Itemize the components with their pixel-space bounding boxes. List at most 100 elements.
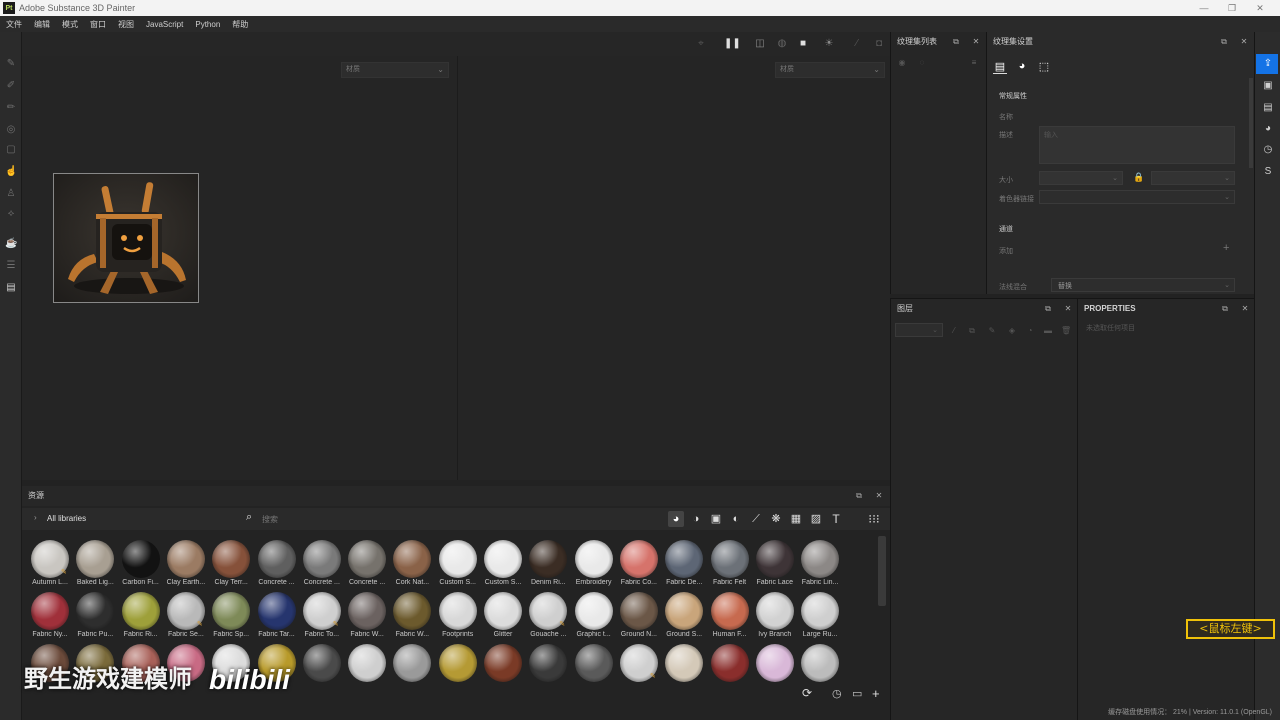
viewport-left-mode-dropdown[interactable]: 材质 ⌄	[341, 62, 449, 78]
projection-icon[interactable]: ✏	[5, 102, 17, 114]
close-panel-icon[interactable]: ✕	[1240, 304, 1250, 314]
asset-tile[interactable]	[525, 644, 571, 696]
float-panel-icon[interactable]: ⧉	[1220, 304, 1230, 314]
filter-icon[interactable]: ◐	[728, 511, 744, 527]
clock-icon[interactable]: ◷	[832, 687, 842, 700]
uv-tab-icon[interactable]: ⬚	[1037, 60, 1051, 74]
shelf-icon[interactable]: ▤	[1262, 102, 1274, 114]
float-panel-icon[interactable]: ⧉	[951, 37, 961, 47]
description-field[interactable]: 输入	[1039, 126, 1235, 164]
close-panel-icon[interactable]: ✕	[874, 491, 884, 501]
add-icon[interactable]: +	[872, 686, 880, 701]
pause-icon[interactable]: ❚❚	[724, 38, 741, 50]
picker-icon[interactable]: ♙	[5, 188, 17, 200]
add-smart-layer-icon[interactable]: ◔	[1025, 326, 1035, 336]
viewport-right-mode-dropdown[interactable]: 材质 ⌄	[775, 62, 885, 78]
asset-tile[interactable]	[752, 644, 798, 696]
split-view-icon[interactable]: ◫	[753, 38, 767, 50]
clone-icon[interactable]: ▢	[5, 144, 17, 156]
delete-layer-icon[interactable]: 🗑	[1061, 326, 1071, 336]
asset-tile[interactable]	[480, 644, 526, 696]
library-selector[interactable]: All libraries	[47, 514, 86, 523]
menu-edit[interactable]: 编辑	[28, 19, 56, 30]
asset-tile[interactable]: Fabric Co...	[616, 540, 662, 592]
texture-icon[interactable]: ▦	[788, 511, 804, 527]
asset-tile[interactable]: Glitter	[480, 592, 526, 644]
substance-icon[interactable]: S	[1262, 166, 1274, 178]
asset-tile[interactable]: Fabric Tar...	[254, 592, 300, 644]
asset-tile[interactable]	[299, 644, 345, 696]
shader-link-select[interactable]: ⌄	[1039, 190, 1235, 204]
add-folder-icon[interactable]: ▬	[1043, 326, 1053, 336]
polygon-fill-icon[interactable]: ⟡	[5, 208, 17, 220]
asset-tile[interactable]: Footprints	[435, 592, 481, 644]
pattern-icon[interactable]: ❋	[768, 511, 784, 527]
menu-help[interactable]: 帮助	[226, 19, 254, 30]
display-settings-icon[interactable]: ▣	[1262, 80, 1274, 92]
settings-tab-icon[interactable]: ▤	[993, 60, 1007, 74]
normal-blend-select[interactable]: 替换 ⌄	[1051, 278, 1235, 292]
menu-window[interactable]: 窗口	[84, 19, 112, 30]
add-mask-icon[interactable]: ⧉	[967, 326, 977, 336]
asset-tile[interactable]: Human F...	[707, 592, 753, 644]
asset-tile[interactable]: Fabric Pu...	[72, 592, 118, 644]
asset-tile[interactable]: Gouache ... ✎	[525, 592, 571, 644]
asset-tile[interactable]: Fabric Lace	[752, 540, 798, 592]
asset-tile[interactable]	[707, 644, 753, 696]
asset-tile[interactable]: Clay Earth...	[163, 540, 209, 592]
asset-tile[interactable]: Clay Terr...	[208, 540, 254, 592]
grid-view-icon[interactable]: ⁝⁝⁝	[866, 511, 882, 527]
clipboard-icon[interactable]: ☰	[5, 260, 17, 272]
asset-tile[interactable]: Ground S...	[661, 592, 707, 644]
folder-icon[interactable]: ▭	[852, 687, 862, 700]
asset-tile[interactable]: Custom S...	[435, 540, 481, 592]
close-panel-icon[interactable]: ✕	[971, 37, 981, 47]
history-icon[interactable]: ◷	[1262, 144, 1274, 156]
eraser-icon[interactable]: ✐	[5, 80, 17, 92]
asset-tile[interactable]: Carbon Fi...	[118, 540, 164, 592]
brush-icon[interactable]: ⁄	[850, 38, 864, 50]
lock-icon[interactable]: 🔒	[1133, 172, 1144, 183]
asset-tile[interactable]	[344, 644, 390, 696]
add-paint-layer-icon[interactable]: ✎	[987, 326, 997, 336]
menu-javascript[interactable]: JavaScript	[140, 20, 189, 29]
size-width-select[interactable]: ⌄	[1039, 171, 1123, 185]
material-icon[interactable]: ◕	[668, 511, 684, 527]
asset-tile[interactable]: Ivy Branch	[752, 592, 798, 644]
smudge-icon[interactable]: ☝	[5, 166, 17, 178]
asset-tile[interactable]: Concrete ...	[254, 540, 300, 592]
shader-tab-icon[interactable]: ◕	[1015, 60, 1029, 74]
magnet-icon[interactable]: ⌖	[694, 38, 708, 50]
sphere-icon[interactable]: ◍	[775, 38, 789, 50]
add-channel-icon[interactable]: +	[1223, 242, 1229, 254]
asset-tile[interactable]: Autumn L... ✎	[27, 540, 73, 592]
asset-tile[interactable]	[571, 644, 617, 696]
asset-tile[interactable]: Fabric Sp...	[208, 592, 254, 644]
asset-tile[interactable]: Graphic t...	[571, 592, 617, 644]
asset-tile[interactable]: Concrete ...	[344, 540, 390, 592]
asset-tile[interactable]	[435, 644, 481, 696]
close-panel-icon[interactable]: ✕	[1239, 37, 1249, 47]
viewport-split-divider[interactable]	[457, 56, 458, 480]
asset-tile[interactable]: Denim Ri...	[525, 540, 571, 592]
menu-file[interactable]: 文件	[0, 19, 28, 30]
assets-search-input[interactable]	[262, 511, 422, 527]
float-panel-icon[interactable]: ⧉	[1219, 37, 1229, 47]
minimize-button[interactable]: —	[1192, 0, 1216, 16]
bake-icon[interactable]: ☕	[5, 238, 17, 250]
document-icon[interactable]: ▤	[5, 282, 17, 294]
visibility-icon[interactable]: ◌	[917, 58, 927, 68]
asset-tile[interactable]: Cork Nat...	[389, 540, 435, 592]
asset-tile[interactable]: Fabric W...	[344, 592, 390, 644]
viewer-settings-icon[interactable]: ◕	[1262, 123, 1274, 135]
asset-tile[interactable]: Embroidery	[571, 540, 617, 592]
image-icon[interactable]: ▨	[808, 511, 824, 527]
asset-tile[interactable]: Fabric De...	[661, 540, 707, 592]
menu-icon[interactable]: ≡	[969, 58, 979, 68]
asset-tile[interactable]: Fabric Ri...	[118, 592, 164, 644]
asset-tile[interactable]: Fabric Lin...	[797, 540, 843, 592]
paint-brush-icon[interactable]: ✎	[5, 58, 17, 70]
camera-icon[interactable]: ■	[796, 38, 810, 50]
maximize-button[interactable]: ❐	[1220, 0, 1244, 16]
float-panel-icon[interactable]: ⧉	[854, 491, 864, 501]
